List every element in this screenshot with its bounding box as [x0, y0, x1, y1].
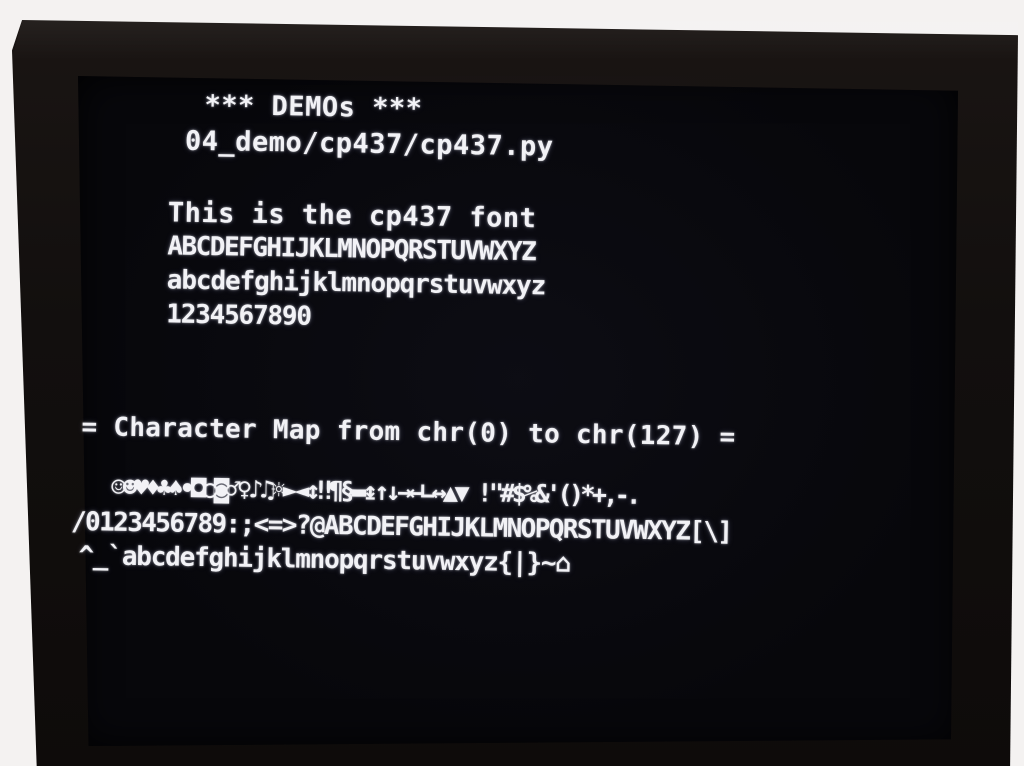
- lowercase-sample: abcdefghijklmnopqrstuvwxyz: [166, 265, 546, 302]
- demos-banner: *** DEMOs ***: [204, 89, 423, 125]
- uppercase-sample: ABCDEFGHIJKLMNOPQRSTUVWXYZ: [167, 231, 536, 268]
- digits-sample: 1234567890: [166, 299, 312, 332]
- charmap-row-3: ^_`abcdefghijklmnopqrstuvwxyz{|}~⌂: [78, 541, 571, 579]
- font-intro-line: This is the cp437 font: [167, 197, 537, 235]
- bezel-highlight: [12, 20, 1018, 60]
- terminal-output: *** DEMOs *** 04_demo/cp437/cp437.py Thi…: [67, 76, 957, 760]
- charmap-row-1: ☺☻♥♦♣♠•◘○◙♂♀♪♫☼►◄↕‼¶§▬↨↑↓→←∟↔▲▼ !"#$%&'(…: [99, 472, 638, 510]
- charmap-heading: = Character Map from chr(0) to chr(127) …: [81, 412, 736, 453]
- monitor-photo: *** DEMOs *** 04_demo/cp437/cp437.py Thi…: [0, 0, 1024, 766]
- script-path: 04_demo/cp437/cp437.py: [184, 125, 554, 163]
- charmap-row-2: /0123456789:;<=>?@ABCDEFGHIJKLMNOPQRSTUV…: [70, 506, 732, 548]
